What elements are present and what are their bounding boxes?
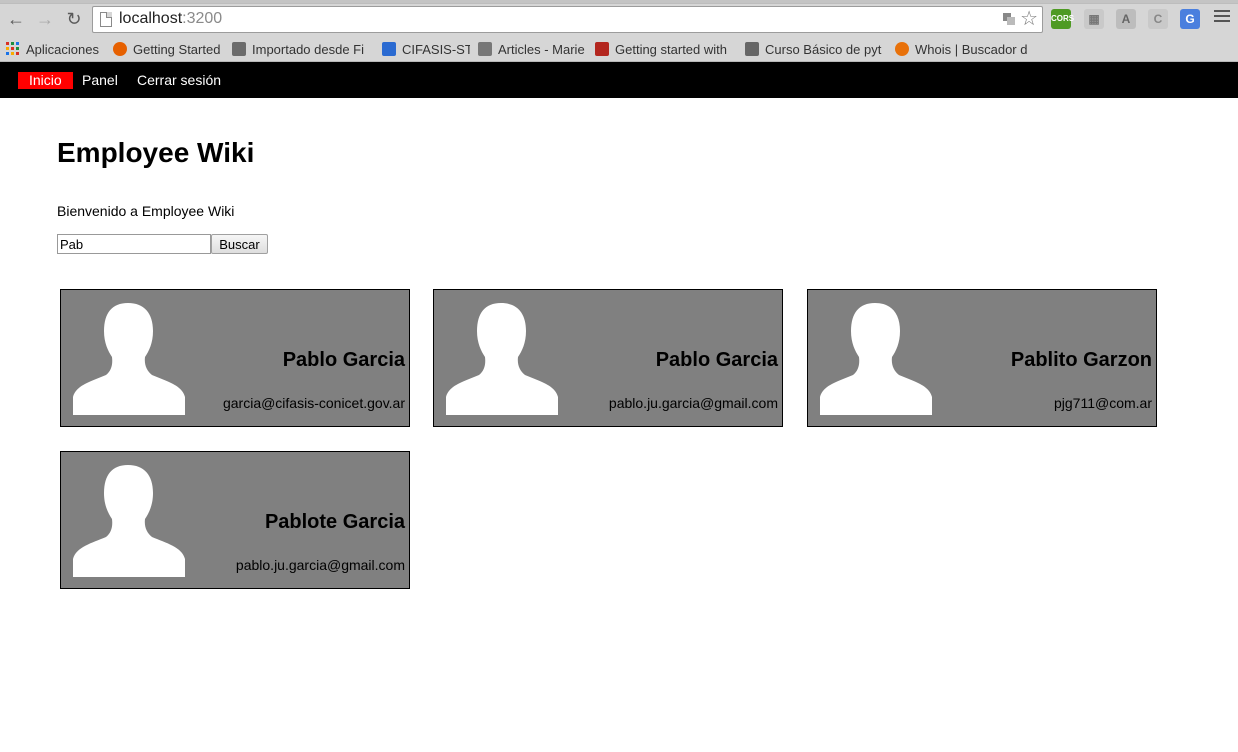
bookmark-label: Getting started with — [615, 42, 727, 57]
search-input[interactable] — [57, 234, 211, 254]
bookmark-cifasis[interactable]: CIFASIS-ST — [382, 40, 470, 60]
employee-email: garcia@cifasis-conicet.gov.ar — [222, 395, 405, 411]
bookmark-label: Articles - Marie — [498, 42, 585, 57]
hat-icon — [595, 42, 609, 56]
employee-card[interactable]: Pablo Garcia garcia@cifasis-conicet.gov.… — [60, 289, 410, 427]
bookmark-label: Whois | Buscador d — [915, 42, 1028, 57]
url-port: :3200 — [182, 10, 223, 27]
forward-arrow-icon[interactable]: → — [35, 9, 55, 29]
avatar-icon — [73, 303, 185, 415]
c-extension-icon[interactable]: C — [1148, 9, 1168, 29]
employee-name: Pablo Garcia — [282, 349, 405, 371]
tab-strip-edge — [0, 0, 1238, 4]
apps-grid-icon — [6, 42, 20, 56]
bookmark-articles[interactable]: Articles - Marie — [478, 40, 586, 60]
employee-email: pjg711@com.ar — [1054, 395, 1152, 411]
avatar-icon — [73, 465, 185, 577]
employee-card[interactable]: Pablito Garzon pjg711@com.ar — [807, 289, 1157, 427]
bookmark-whois[interactable]: Whois | Buscador d — [895, 40, 1033, 60]
browser-menu-icon[interactable] — [1214, 10, 1230, 24]
bookmark-label: CIFASIS-ST — [402, 42, 470, 57]
bookmark-star-icon[interactable]: ☆ — [1020, 8, 1038, 30]
bookmark-label: Curso Básico de pyt — [765, 42, 882, 57]
reload-icon[interactable]: ↻ — [64, 9, 84, 29]
page-icon — [100, 12, 112, 27]
address-bar[interactable]: localhost:3200 ☆ — [92, 6, 1043, 33]
employee-email: pablo.ju.garcia@gmail.com — [235, 557, 405, 573]
employee-name: Pablote Garcia — [264, 511, 405, 533]
employee-name: Pablito Garzon — [1010, 349, 1152, 371]
avatar-icon — [446, 303, 558, 415]
nav-inicio[interactable]: Inicio — [18, 72, 73, 89]
extension-icon[interactable]: ▦ — [1084, 9, 1104, 29]
employee-card[interactable]: Pablo Garcia pablo.ju.garcia@gmail.com — [433, 289, 783, 427]
top-navbar: Inicio Panel Cerrar sesión — [0, 62, 1238, 98]
bookmark-apps[interactable]: Aplicaciones — [6, 40, 106, 60]
back-arrow-icon[interactable]: ← — [6, 9, 26, 29]
url-host: localhost — [119, 10, 183, 27]
google-translate-extension-icon[interactable]: G — [1180, 9, 1200, 29]
python-icon — [745, 42, 759, 56]
address-url[interactable]: localhost:3200 — [119, 10, 222, 28]
bookmark-imported-folder[interactable]: Importado desde Fi — [232, 40, 370, 60]
translate-icon[interactable] — [1002, 12, 1016, 26]
firefox-icon — [113, 42, 127, 56]
feather-icon — [478, 42, 492, 56]
welcome-text: Bienvenido a Employee Wiki — [57, 203, 235, 219]
browser-toolbar: ← → ↻ localhost:3200 ☆ CORS ▦ A C G — [0, 0, 1238, 38]
employee-name: Pablo Garcia — [655, 349, 778, 371]
bookmark-label: Getting Started — [133, 42, 221, 57]
employee-email: pablo.ju.garcia@gmail.com — [608, 395, 778, 411]
folder-icon — [232, 42, 246, 56]
bookmark-getting-started[interactable]: Getting Started — [113, 40, 225, 60]
bookmark-label: Aplicaciones — [26, 42, 99, 57]
cifasis-icon — [382, 42, 396, 56]
bookmark-curso-python[interactable]: Curso Básico de pyt — [745, 40, 885, 60]
search-button[interactable]: Buscar — [211, 234, 268, 254]
page-title: Employee Wiki — [57, 137, 255, 168]
angular-extension-icon[interactable]: A — [1116, 9, 1136, 29]
bookmark-getting-started-with[interactable]: Getting started with — [595, 40, 731, 60]
bookmark-label: Importado desde Fi — [252, 42, 365, 57]
whois-icon — [895, 42, 909, 56]
cors-extension-icon[interactable]: CORS — [1051, 9, 1074, 29]
avatar-icon — [820, 303, 932, 415]
bookmarks-bar: Aplicaciones Getting Started Importado d… — [0, 38, 1238, 62]
employee-card[interactable]: Pablote Garcia pablo.ju.garcia@gmail.com — [60, 451, 410, 589]
nav-cerrar-sesion[interactable]: Cerrar sesión — [126, 72, 232, 89]
nav-panel[interactable]: Panel — [71, 72, 129, 89]
